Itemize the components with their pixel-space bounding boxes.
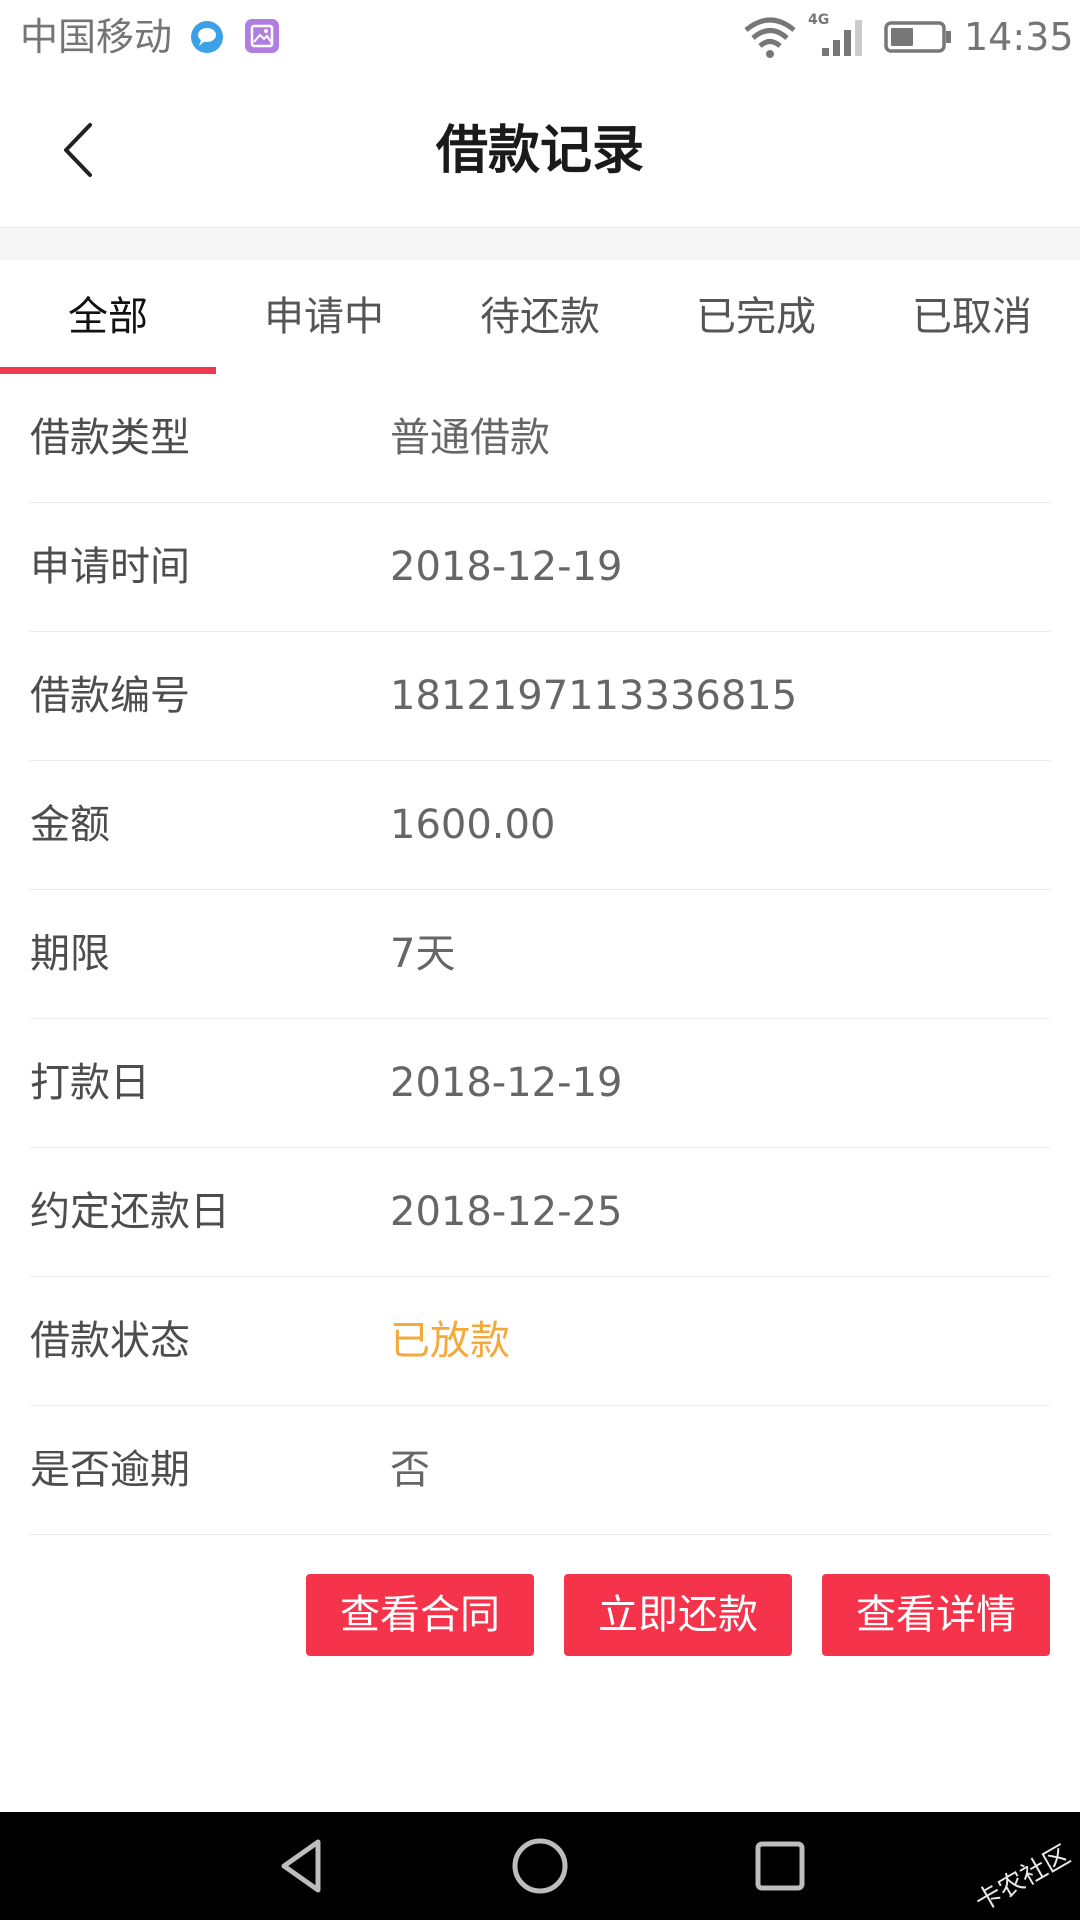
status-value: 已放款 (390, 1318, 510, 1364)
view-contract-button[interactable]: 查看合同 (306, 1574, 534, 1656)
row-label: 打款日 (30, 1060, 150, 1106)
row-term: 期限 7天 (30, 890, 1050, 1019)
carrier-name: 中国移动 (20, 15, 173, 59)
watermark-logo: 卡农社区 (970, 1840, 1076, 1918)
row-amount: 金额 1600.00 (30, 761, 1050, 890)
row-value: 1812197113336815 (390, 673, 798, 719)
row-value: 7天 (390, 931, 456, 977)
row-label: 借款类型 (30, 415, 190, 461)
row-label: 借款状态 (30, 1318, 190, 1364)
row-loan-type: 借款类型 普通借款 (30, 374, 1050, 503)
recents-square-icon[interactable] (752, 1838, 808, 1894)
gallery-icon (245, 19, 279, 53)
row-value: 否 (390, 1447, 430, 1493)
wifi-icon (744, 17, 796, 58)
page-title: 借款记录 (435, 121, 644, 181)
row-label: 申请时间 (30, 544, 190, 590)
home-circle-icon[interactable] (510, 1836, 570, 1896)
clock-time: 14:35 (964, 15, 1074, 59)
action-buttons: 查看合同 立即还款 查看详情 (0, 1574, 1080, 1656)
row-label: 期限 (30, 931, 110, 977)
row-value: 普通借款 (390, 415, 550, 461)
tab-applying[interactable]: 申请中 (216, 260, 432, 374)
signal-icon: 4G (808, 12, 862, 56)
row-due-date: 约定还款日 2018-12-25 (30, 1148, 1050, 1277)
back-chevron-icon[interactable] (50, 115, 110, 185)
row-value: 2018-12-19 (390, 1060, 623, 1106)
loan-detail-list: 借款类型 普通借款 申请时间 2018-12-19 借款编号 181219711… (30, 374, 1050, 1535)
row-value: 1600.00 (390, 802, 556, 848)
tab-completed[interactable]: 已完成 (648, 260, 864, 374)
battery-icon (884, 21, 951, 53)
status-tabs: 全部 申请中 待还款 已完成 已取消 (0, 260, 1080, 374)
row-apply-time: 申请时间 2018-12-19 (30, 503, 1050, 632)
row-label: 借款编号 (30, 673, 190, 719)
row-loan-number: 借款编号 1812197113336815 (30, 632, 1050, 761)
svg-text:4G: 4G (808, 12, 829, 28)
row-value: 2018-12-25 (390, 1189, 623, 1235)
system-nav-bar: 卡农社区 (0, 1812, 1080, 1920)
row-value: 2018-12-19 (390, 544, 623, 590)
back-triangle-icon[interactable] (272, 1836, 332, 1896)
chat-bubble-icon (191, 21, 223, 53)
row-label: 金额 (30, 802, 110, 848)
row-overdue: 是否逾期 否 (30, 1406, 1050, 1535)
section-divider (0, 228, 1080, 260)
view-details-button[interactable]: 查看详情 (822, 1574, 1050, 1656)
row-loan-status: 借款状态 已放款 (30, 1277, 1050, 1406)
status-bar: 中国移动 4G 14:35 (0, 0, 1080, 75)
tab-all[interactable]: 全部 (0, 260, 216, 374)
row-label: 约定还款日 (30, 1189, 230, 1235)
tab-pending-repayment[interactable]: 待还款 (432, 260, 648, 374)
row-disbursement-date: 打款日 2018-12-19 (30, 1019, 1050, 1148)
repay-now-button[interactable]: 立即还款 (564, 1574, 792, 1656)
app-header: 借款记录 (0, 75, 1080, 228)
row-label: 是否逾期 (30, 1447, 190, 1493)
tab-cancelled[interactable]: 已取消 (864, 260, 1080, 374)
